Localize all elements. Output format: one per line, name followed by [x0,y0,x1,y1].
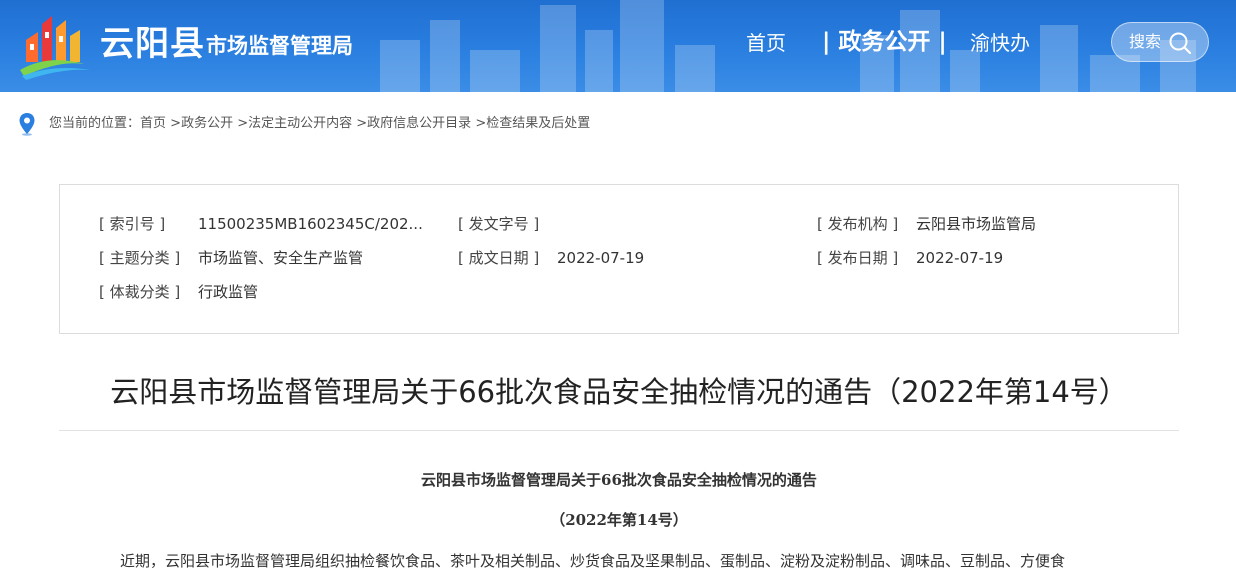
location-pin-icon [19,113,35,136]
site-logo-title[interactable]: 云阳县 [100,22,205,66]
genre-label: [ 体裁分类 ] [99,283,181,301]
breadcrumb-statutory-content[interactable]: >法定主动公开内容 [237,116,352,131]
title-divider [59,430,1179,431]
issuer-value: 云阳县市场监管局 [916,215,1037,233]
site-header: 云阳县 市场监督管理局 首页 | 政务公开 | 渝快办 搜索 [0,0,1236,92]
topic-label: [ 主题分类 ] [99,249,181,267]
search-icon [1169,32,1192,55]
nav-yukuaiban[interactable]: 渝快办 [970,28,1030,58]
page-title: 云阳县市场监督管理局关于66批次食品安全抽检情况的通告（2022年第14号） [110,375,1128,409]
search-label: 搜索 [1129,32,1162,51]
published-date-label: [ 发布日期 ] [817,249,899,267]
nav-home[interactable]: 首页 [746,28,786,58]
breadcrumb-inspection-results[interactable]: >检查结果及后处置 [475,116,590,131]
index-no-value: 11500235MB1602345C/202... [198,215,423,233]
breadcrumb-info-catalog[interactable]: >政府信息公开目录 [356,116,471,131]
article-paragraph: 近期，云阳县市场监督管理局组织抽检餐饮食品、茶叶及相关制品、炒货食品及坚果制品、… [120,552,1066,570]
published-date-value: 2022-07-19 [916,249,1004,267]
created-date-value: 2022-07-19 [557,249,645,267]
created-date-label: [ 成文日期 ] [458,249,540,267]
county-emblem-icon [20,16,90,80]
document-meta-box: [ 索引号 ] 11500235MB1602345C/202... [ 发文字号… [59,184,1179,334]
issuer-label: [ 发布机构 ] [817,215,899,233]
article-title: 云阳县市场监督管理局关于66批次食品安全抽检情况的通告 [421,471,817,489]
breadcrumb-prefix: 您当前的位置： [49,116,141,131]
site-logo-subtitle[interactable]: 市场监督管理局 [206,31,353,61]
index-no-label: [ 索引号 ] [99,215,166,233]
nav-gov-affairs[interactable]: | 政务公开 | [822,27,947,57]
search-button[interactable]: 搜索 [1111,22,1209,62]
breadcrumb-home[interactable]: 首页 [140,116,166,131]
doc-no-label: [ 发文字号 ] [458,215,540,233]
topic-value: 市场监管、安全生产监管 [198,249,364,267]
breadcrumb-gov-affairs[interactable]: >政务公开 [170,116,233,131]
article-number: （2022年第14号） [550,511,688,529]
genre-value: 行政监管 [198,283,259,301]
